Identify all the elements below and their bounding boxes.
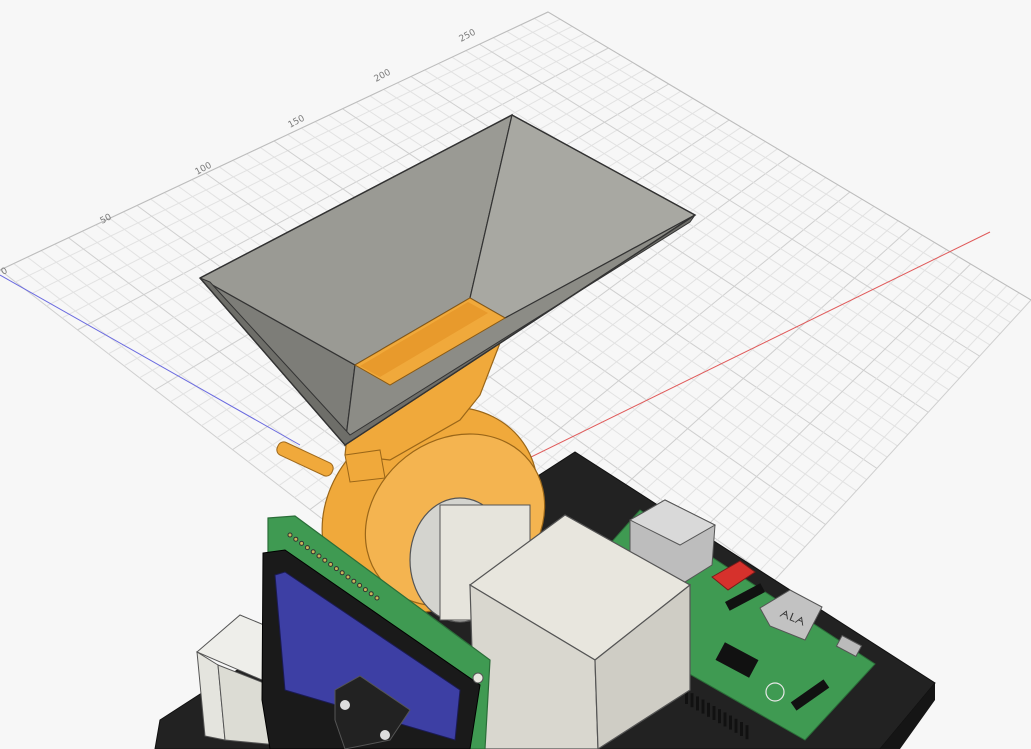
lcd-pin — [374, 595, 380, 601]
3d-viewport[interactable]: 0 50 100 150 200 250 ᗅᒪᗅ — [0, 0, 1031, 749]
side-tab — [344, 449, 386, 483]
lcd-pin — [328, 561, 334, 567]
gpio-pin — [690, 693, 694, 708]
gpio-pin — [729, 715, 732, 730]
gpio-pin — [696, 696, 699, 711]
lcd-pin — [316, 553, 322, 559]
lcd-pin — [362, 587, 368, 593]
lcd-pin — [339, 570, 345, 576]
lcd-pin — [287, 532, 293, 538]
lcd-pin — [293, 536, 299, 542]
lcd-pin — [304, 545, 310, 551]
lcd-pin — [357, 582, 363, 588]
lcd-pin — [345, 574, 351, 580]
lcd-pin — [299, 540, 305, 546]
lcd-pin — [368, 591, 374, 597]
gpio-pin — [712, 706, 716, 720]
gpio-pin — [718, 709, 721, 724]
gpio-pin — [740, 722, 743, 736]
gpio-pin — [701, 699, 705, 714]
lcd-pin — [351, 578, 357, 584]
lcd-pin — [322, 557, 328, 563]
gpio-pin — [707, 702, 710, 717]
lcd-pin — [333, 566, 339, 572]
gpio-pin — [723, 712, 727, 727]
lcd-mount-hole — [472, 672, 484, 684]
pot-hole-1 — [340, 700, 350, 710]
gpio-pin — [745, 725, 749, 740]
gpio-pin — [734, 718, 738, 733]
lcd-pin — [310, 549, 316, 555]
pot-hole-2 — [380, 730, 390, 740]
